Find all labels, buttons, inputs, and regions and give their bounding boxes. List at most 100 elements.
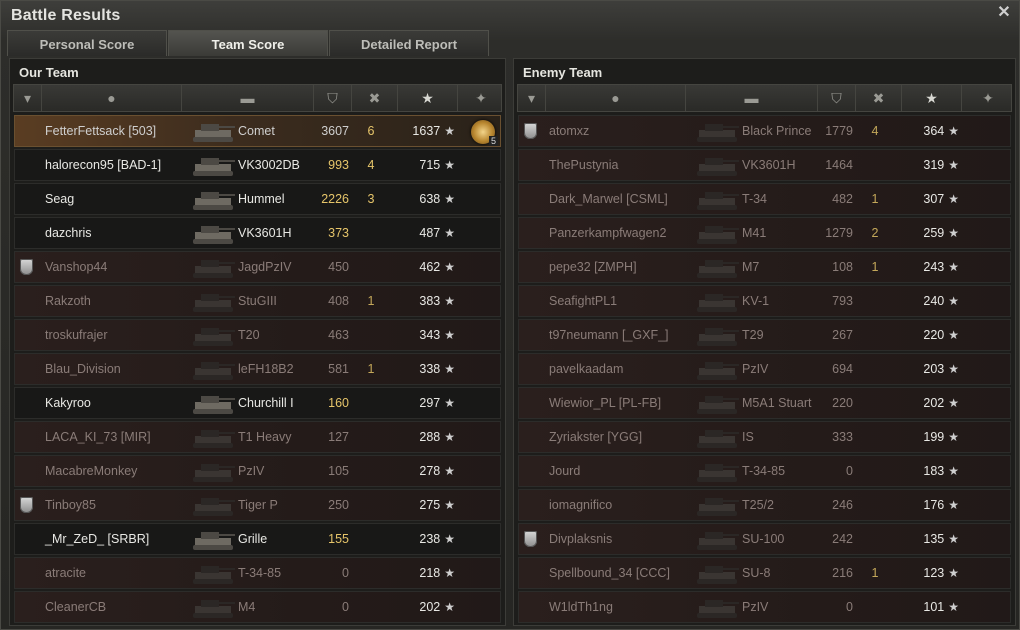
achievement-medal-icon[interactable]: 5 [471, 120, 498, 146]
star-icon: ★ [948, 396, 959, 410]
medal-icon[interactable]: ✦ [962, 85, 1014, 111]
table-row[interactable]: Kakyroo Churchill I 160 297 ★ [14, 387, 501, 419]
player-icon[interactable]: ● [546, 85, 686, 111]
tank-icon [691, 119, 741, 145]
damage-icon[interactable]: ⛉ [818, 85, 856, 111]
xp-cell: 715 ★ [399, 150, 455, 180]
kills-value: 1 [367, 362, 375, 376]
damage-value: 3607 [321, 124, 349, 138]
table-row[interactable]: iomagnifico T25/2 246 176 ★ [518, 489, 1011, 521]
xp-cell: 638 ★ [399, 184, 455, 214]
xp-cell: 487 ★ [399, 218, 455, 248]
damage-value: 450 [328, 260, 349, 274]
xp-star-icon[interactable]: ★ [398, 85, 458, 111]
tank-icon [691, 459, 741, 485]
star-icon: ★ [444, 464, 455, 478]
table-row[interactable]: Divplaksnis SU-100 242 135 ★ [518, 523, 1011, 555]
table-row[interactable]: W1ldTh1ng PzIV 0 101 ★ [518, 591, 1011, 623]
xp-value: 203 [923, 362, 945, 376]
tab-detailed-report[interactable]: Detailed Report [329, 30, 489, 56]
squad-icon[interactable]: ▾ [518, 85, 546, 111]
table-row[interactable]: atomxz Black Prince 1779 4 364 ★ [518, 115, 1011, 147]
xp-value: 101 [923, 600, 945, 614]
xp-star-icon[interactable]: ★ [902, 85, 962, 111]
damage-value: 108 [832, 260, 853, 274]
squad-badge-icon [20, 259, 33, 275]
table-row[interactable]: Zyriakster [YGG] IS 333 199 ★ [518, 421, 1011, 453]
table-row[interactable]: t97neumann [_GXF_] T29 267 220 ★ [518, 319, 1011, 351]
tank-icon[interactable]: ▬ [686, 85, 818, 111]
table-row[interactable]: halorecon95 [BAD-1] VK3002DB 993 4 715 ★ [14, 149, 501, 181]
table-row[interactable]: dazchris VK3601H 373 487 ★ [14, 217, 501, 249]
damage-value: 373 [328, 226, 349, 240]
xp-cell: 101 ★ [903, 592, 959, 622]
our-team-title: Our Team [19, 65, 79, 80]
star-icon: ★ [948, 226, 959, 240]
kills-value [359, 320, 383, 350]
table-row[interactable]: MacabreMonkey PzIV 105 278 ★ [14, 455, 501, 487]
table-row[interactable]: atracite T-34-85 0 218 ★ [14, 557, 501, 589]
damage-value: 482 [832, 192, 853, 206]
table-row[interactable]: pepe32 [ZMPH] M7 108 1 243 ★ [518, 251, 1011, 283]
tab-personal-score[interactable]: Personal Score [7, 30, 167, 56]
table-row[interactable]: pavelkaadam PzIV 694 203 ★ [518, 353, 1011, 385]
squad-icon[interactable]: ▾ [14, 85, 42, 111]
tank-icon [187, 561, 237, 587]
star-icon: ★ [948, 600, 959, 614]
player-name: Divplaksnis [549, 532, 613, 546]
xp-value: 220 [923, 328, 945, 342]
tank-icon[interactable]: ▬ [182, 85, 314, 111]
xp-cell: 199 ★ [903, 422, 959, 452]
table-row[interactable]: Panzerkampfwagen2 M41 1279 2 259 ★ [518, 217, 1011, 249]
kills-icon[interactable]: ✖ [352, 85, 398, 111]
star-icon: ★ [444, 600, 455, 614]
table-row[interactable]: Rakzoth StuGIII 408 1 383 ★ [14, 285, 501, 317]
damage-value: 0 [846, 600, 853, 614]
tank-icon [187, 391, 237, 417]
xp-cell: 343 ★ [399, 320, 455, 350]
tank-icon [187, 255, 237, 281]
close-icon[interactable]: ✕ [995, 4, 1013, 22]
table-row[interactable]: _Mr_ZeD_ [SRBR] Grille 155 238 ★ [14, 523, 501, 555]
table-row[interactable]: Seag Hummel 2226 3 638 ★ [14, 183, 501, 215]
player-name: Seag [45, 192, 75, 206]
kills-value: 1 [871, 260, 879, 274]
table-row[interactable]: Tinboy85 Tiger P 250 275 ★ [14, 489, 501, 521]
table-row[interactable]: LACA_KI_73 [MIR] T1 Heavy 127 288 ★ [14, 421, 501, 453]
table-row[interactable]: Dark_Marwel [CSML] T-34 482 1 307 ★ [518, 183, 1011, 215]
enemy-team-header: ▾ ● ▬ ⛉ ✖ ★ ✦ [517, 84, 1012, 112]
kills-value [359, 422, 383, 452]
star-icon: ★ [948, 362, 959, 376]
table-row[interactable]: Spellbound_34 [CCC] SU-8 216 1 123 ★ [518, 557, 1011, 589]
kills-value [359, 524, 383, 554]
table-row[interactable]: Vanshop44 JagdPzIV 450 462 ★ [14, 251, 501, 283]
tank-name: StuGIII [238, 294, 277, 308]
damage-icon[interactable]: ⛉ [314, 85, 352, 111]
xp-value: 202 [419, 600, 441, 614]
damage-value: 408 [328, 294, 349, 308]
xp-value: 176 [923, 498, 945, 512]
medal-icon[interactable]: ✦ [458, 85, 504, 111]
tank-name: T-34 [742, 192, 768, 206]
player-name: Vanshop44 [45, 260, 108, 274]
tab-team-score[interactable]: Team Score [168, 30, 328, 56]
tank-icon [187, 459, 237, 485]
player-name: MacabreMonkey [45, 464, 138, 478]
damage-value: 1279 [825, 226, 853, 240]
table-row[interactable]: FetterFettsack [503] Comet 3607 6 1637 ★ 5 [14, 115, 501, 147]
table-row[interactable]: Blau_Division leFH18B2 581 1 338 ★ [14, 353, 501, 385]
table-row[interactable]: Jourd T-34-85 0 183 ★ [518, 455, 1011, 487]
table-row[interactable]: ThePustynia VK3601H 1464 319 ★ [518, 149, 1011, 181]
table-row[interactable]: SeafightPL1 KV-1 793 240 ★ [518, 285, 1011, 317]
table-row[interactable]: CleanerCB M4 0 202 ★ [14, 591, 501, 623]
star-icon: ★ [444, 124, 455, 138]
tank-icon [691, 255, 741, 281]
player-icon[interactable]: ● [42, 85, 182, 111]
table-row[interactable]: troskufrajer T20 463 343 ★ [14, 319, 501, 351]
tank-name: T-34-85 [742, 464, 786, 478]
tank-name: PzIV [742, 600, 769, 614]
xp-value: 243 [923, 260, 945, 274]
table-row[interactable]: Wiewior_PL [PL-FB] M5A1 Stuart 220 202 ★ [518, 387, 1011, 419]
kills-icon[interactable]: ✖ [856, 85, 902, 111]
tank-icon [187, 289, 237, 315]
